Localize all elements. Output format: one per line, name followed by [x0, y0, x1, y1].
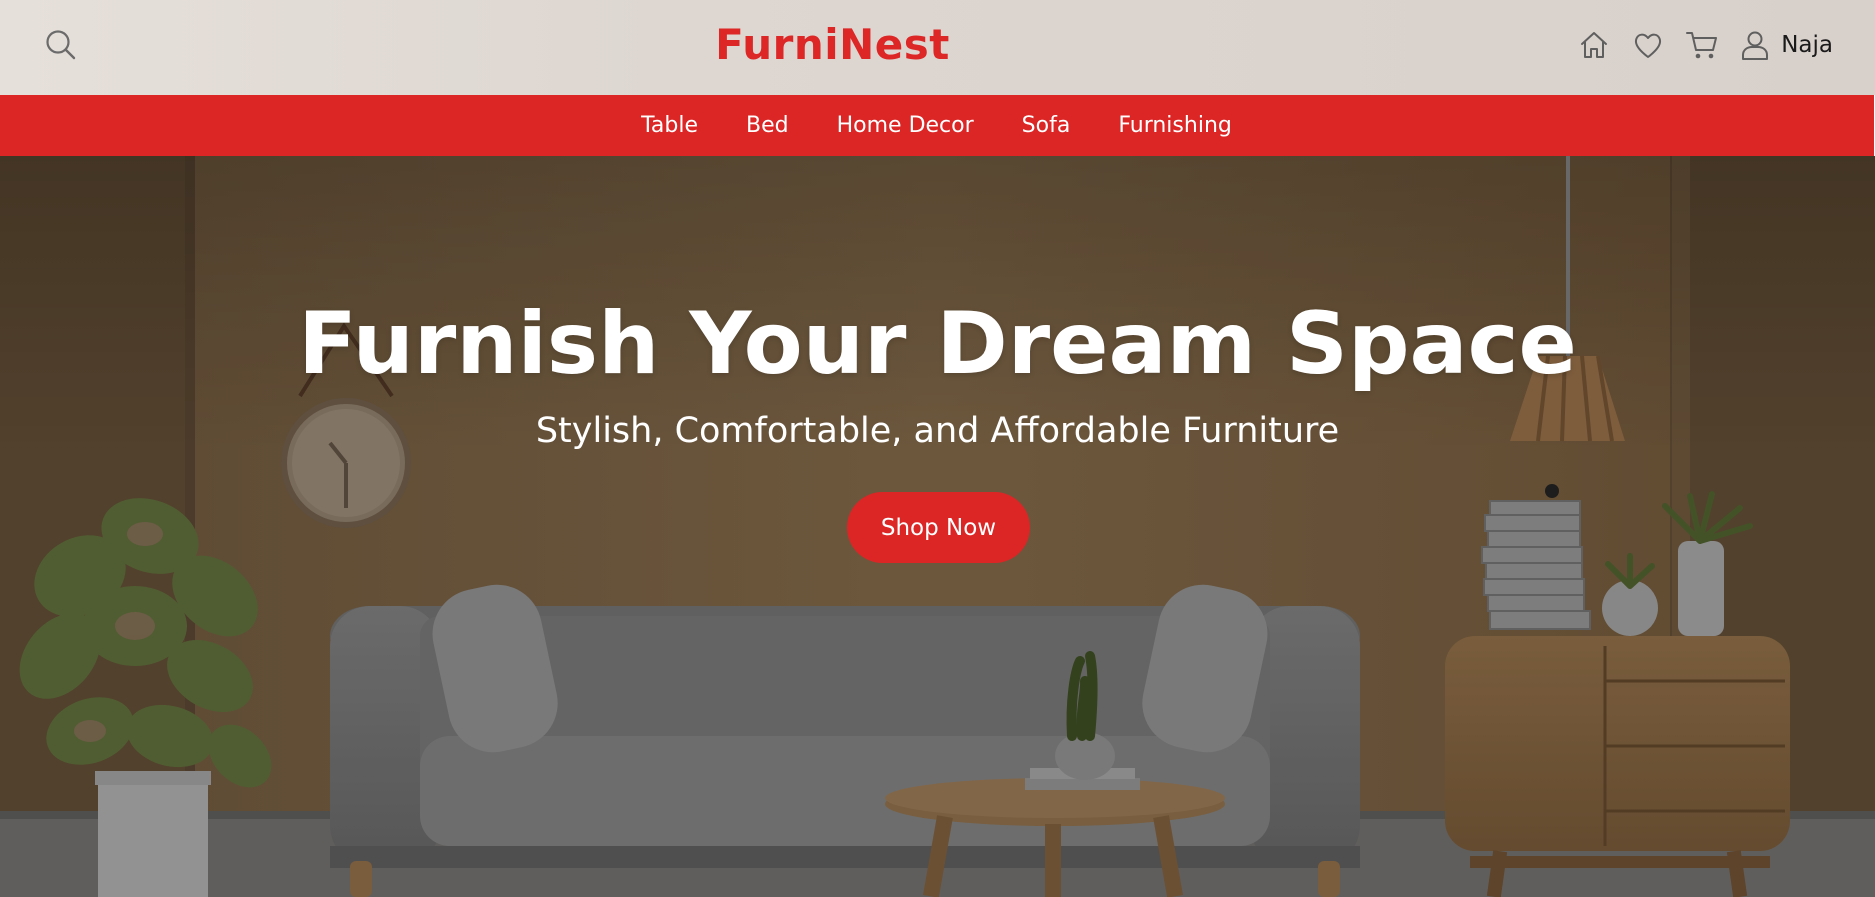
nav-item-bed[interactable]: Bed [746, 113, 789, 138]
cart-button[interactable] [1685, 28, 1719, 62]
user-menu[interactable]: Naja [1739, 29, 1833, 61]
user-name: Naja [1781, 32, 1833, 58]
top-header: FurniNest Naja [0, 0, 1875, 95]
nav-item-furnishing[interactable]: Furnishing [1118, 113, 1232, 138]
heart-icon [1635, 33, 1662, 58]
hero-title: Furnish Your Dream Space [298, 294, 1577, 394]
cart-icon [1686, 32, 1718, 59]
hero-banner: Furnish Your Dream Space Stylish, Comfor… [0, 156, 1875, 897]
nav-item-home-decor[interactable]: Home Decor [837, 113, 974, 138]
shop-now-button[interactable]: Shop Now [847, 492, 1030, 563]
home-icon [1581, 32, 1608, 58]
wishlist-button[interactable] [1631, 28, 1665, 62]
search-button[interactable] [44, 28, 78, 62]
user-icon [1742, 31, 1769, 60]
brand-logo[interactable]: FurniNest [683, 20, 983, 69]
hero-subtitle: Stylish, Comfortable, and Affordable Fur… [535, 411, 1340, 451]
nav-item-sofa[interactable]: Sofa [1022, 113, 1071, 138]
search-icon [46, 30, 76, 60]
nav-item-table[interactable]: Table [641, 113, 698, 138]
home-button[interactable] [1577, 28, 1611, 62]
header-actions: Naja [1577, 24, 1833, 66]
category-nav: Table Bed Home Decor Sofa Furnishing [0, 95, 1874, 156]
